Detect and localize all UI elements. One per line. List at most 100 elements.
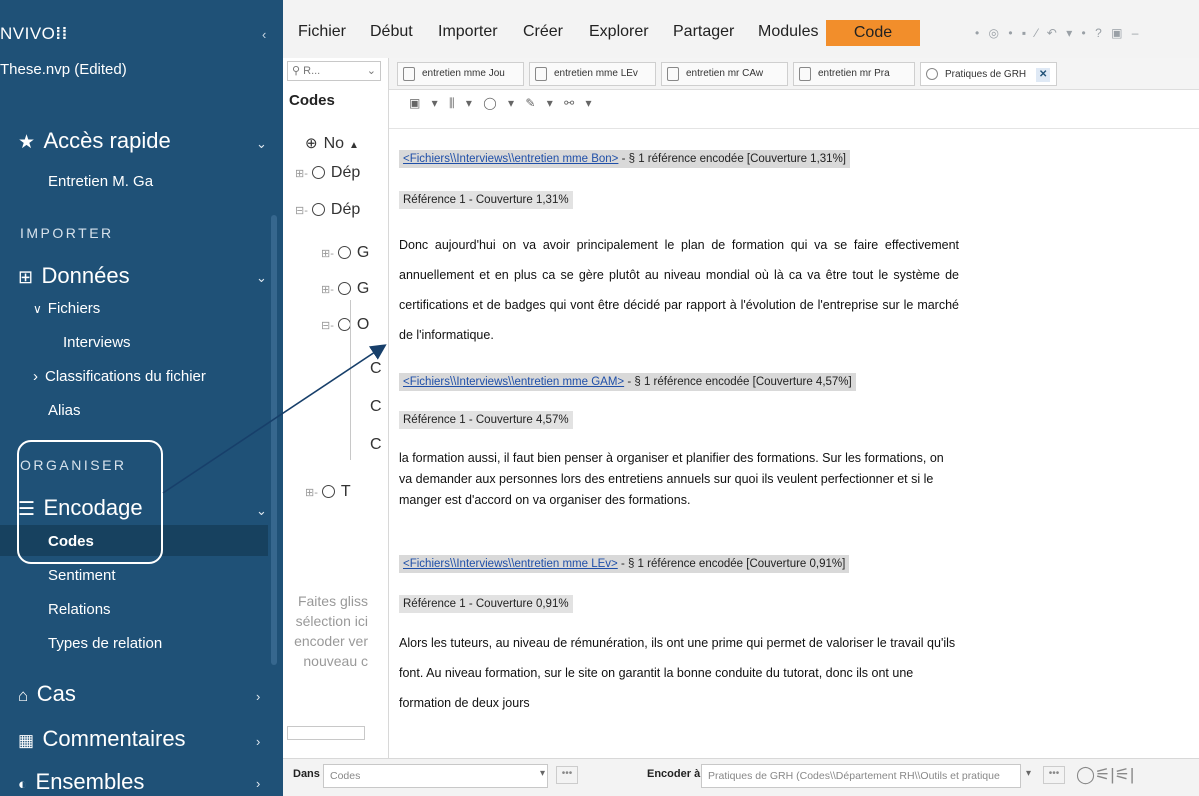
dropdown-arrow-icon[interactable]: ▾ — [1026, 768, 1031, 779]
codes-pane-title: Codes — [289, 92, 335, 109]
code-node[interactable]: ⊞- G — [321, 280, 369, 298]
menu-modules[interactable]: Modules — [758, 23, 818, 41]
nav-relations[interactable]: Relations — [48, 601, 111, 618]
menu-debut[interactable]: Début — [370, 23, 413, 41]
code-node[interactable]: ⊕ No ▲ — [305, 134, 359, 153]
code-node[interactable]: ⊞- G — [321, 244, 369, 262]
menu-code-active[interactable]: Code — [826, 20, 920, 46]
ribbon-menu-bar: Fichier Début Importer Créer Explorer Pa… — [283, 0, 1199, 58]
search-icon: ⚲ — [292, 65, 304, 77]
reference-label: Référence 1 - Couverture 4,57% — [399, 411, 573, 429]
section-importer: IMPORTER — [20, 225, 114, 241]
close-tab-icon[interactable]: ✕ — [1036, 68, 1051, 82]
bottom-coding-bar: Dans Codes ▾ ••• Encoder à Pratiques de … — [283, 758, 1199, 796]
code-node[interactable]: C — [370, 360, 382, 378]
node-circle-icon — [321, 485, 335, 499]
code-selection-icons[interactable]: ◯⚟|⚟| — [1076, 765, 1134, 785]
tree-line — [350, 300, 351, 460]
nav-types-relation[interactable]: Types de relation — [48, 635, 162, 652]
quick-access-toolbar[interactable]: • ◎ • ▪ ⁄ ↶ ▾ • ? ▣ – — [975, 26, 1141, 40]
node-circle-icon — [337, 282, 351, 296]
tab-entretien-mme-jou[interactable]: entretien mme Jou — [397, 62, 524, 86]
encoder-label: Encoder à — [647, 768, 701, 780]
node-circle-icon — [337, 246, 351, 260]
quick-access-item[interactable]: Entretien M. Ga — [48, 173, 153, 190]
code-node[interactable]: ⊟- Dép — [295, 201, 360, 219]
reference-text: la formation aussi, il faut bien penser … — [399, 451, 944, 507]
nav-quick-access[interactable]: ★ Accès rapide — [18, 128, 171, 154]
dropdown-arrow-icon[interactable]: ▾ — [540, 768, 545, 779]
sidebar-scrollbar[interactable] — [271, 215, 277, 665]
node-circle-icon — [311, 166, 325, 180]
codes-pane: ⚲ R... ⌄ Codes ⊕ No ▲ ⊞- Dép ⊟- Dép ⊞- G ⊞- G ⊟… — [283, 58, 671, 796]
source-link[interactable]: <Fichiers\\Interviews\\entretien mme GAM… — [403, 376, 624, 388]
nvivo-window: NVIVO⁞⁞ ‹ These.nvp (Edited) ★ Accès rap… — [0, 0, 1199, 796]
nav-ensembles[interactable]: ◐ Ensembles — [18, 769, 144, 795]
file-icon — [667, 67, 679, 81]
chevron-down-icon[interactable]: ⌄ — [256, 136, 267, 152]
pin-icon: ★ — [18, 132, 36, 153]
tab-entretien-mr-pra[interactable]: entretien mr Pra — [793, 62, 915, 86]
nav-alias[interactable]: Alias — [48, 402, 81, 419]
chevron-down-icon[interactable]: ⌄ — [256, 270, 267, 286]
source-link[interactable]: <Fichiers\\Interviews\\entretien mme Bon… — [403, 153, 618, 165]
add-node-icon: ⊕ — [305, 135, 318, 152]
tab-entretien-mr-caw[interactable]: entretien mr CAw — [661, 62, 788, 86]
code-node[interactable]: C — [370, 398, 382, 416]
code-node[interactable]: ⊞- Dép — [295, 164, 360, 182]
nav-fichiers[interactable]: ∨ Fichiers — [33, 300, 100, 317]
browse-button[interactable]: ••• — [556, 766, 578, 784]
file-icon — [535, 67, 547, 81]
code-node[interactable]: ⊟- O — [321, 316, 369, 334]
file-icon — [403, 67, 415, 81]
node-circle-icon — [311, 203, 325, 217]
sort-arrow-icon: ▲ — [349, 140, 359, 151]
encoder-field[interactable]: Pratiques de GRH (Codes\\Département RH\… — [701, 764, 1021, 788]
reference-label: Référence 1 - Couverture 0,91% — [399, 595, 573, 613]
document-tabs: entretien mme Jou entretien mme LEv entr… — [389, 58, 1199, 90]
browse-button[interactable]: ••• — [1043, 766, 1065, 784]
source-header: <Fichiers\\Interviews\\entretien mme LEv… — [399, 555, 850, 573]
codes-search-input[interactable]: ⚲ R... ⌄ — [287, 61, 381, 81]
code-node-selected[interactable]: C — [370, 436, 382, 454]
chevron-right-icon[interactable]: › — [256, 689, 260, 704]
tab-pratiques-de-grh[interactable]: Pratiques de GRH ✕ — [920, 62, 1057, 86]
reference-label: Référence 1 - Couverture 1,31% — [399, 191, 573, 209]
nav-cas[interactable]: ⌂ Cas — [18, 681, 76, 707]
dans-field[interactable]: Codes — [323, 764, 548, 788]
dans-label: Dans — [293, 768, 320, 780]
project-name: These.nvp (Edited) — [0, 61, 127, 78]
source-link[interactable]: <Fichiers\\Interviews\\entretien mme LEv… — [403, 558, 618, 570]
menu-fichier[interactable]: Fichier — [298, 23, 346, 41]
chevron-right-icon[interactable]: › — [256, 776, 260, 791]
tab-entretien-mme-lev[interactable]: entretien mme LEv — [529, 62, 656, 86]
code-node[interactable]: ⊞- T — [305, 483, 351, 501]
menu-partager[interactable]: Partager — [673, 23, 734, 41]
nav-classifications[interactable]: › Classifications du fichier — [33, 368, 206, 385]
collapse-sidebar-icon[interactable]: ‹ — [262, 27, 266, 42]
codes-horizontal-scrollbar[interactable] — [287, 726, 365, 740]
node-circle-icon — [337, 318, 351, 332]
nav-interviews[interactable]: Interviews — [63, 334, 131, 351]
divider — [389, 128, 1199, 129]
annotation-highlight-box — [17, 440, 163, 564]
briefcase-icon: ⌂ — [18, 686, 29, 705]
nav-sentiment[interactable]: Sentiment — [48, 567, 116, 584]
table-icon: ⊞ — [18, 267, 34, 287]
app-logo: NVIVO⁞⁞ — [0, 24, 68, 43]
source-header: <Fichiers\\Interviews\\entretien mme Bon… — [399, 150, 850, 168]
chevron-down-icon[interactable]: ⌄ — [256, 503, 267, 519]
nav-donnees[interactable]: ⊞ Données — [18, 263, 130, 289]
document-toolbar[interactable]: ▣ ▾ ⫼ ▾ ◯ ▾ ✎ ▾ ⚯ ▾ — [409, 96, 596, 111]
file-icon — [799, 67, 811, 81]
source-header: <Fichiers\\Interviews\\entretien mme GAM… — [399, 373, 856, 391]
navigation-sidebar: NVIVO⁞⁞ ‹ These.nvp (Edited) ★ Accès rap… — [0, 0, 283, 796]
menu-explorer[interactable]: Explorer — [589, 23, 649, 41]
menu-importer[interactable]: Importer — [438, 23, 498, 41]
dropdown-arrow-icon[interactable]: ⌄ — [367, 64, 376, 77]
nav-commentaires[interactable]: ▦ Commentaires — [18, 726, 186, 752]
sets-icon: ◐ — [18, 776, 28, 793]
chevron-down-icon: ∨ — [33, 302, 42, 316]
menu-creer[interactable]: Créer — [523, 23, 563, 41]
chevron-right-icon[interactable]: › — [256, 734, 260, 749]
